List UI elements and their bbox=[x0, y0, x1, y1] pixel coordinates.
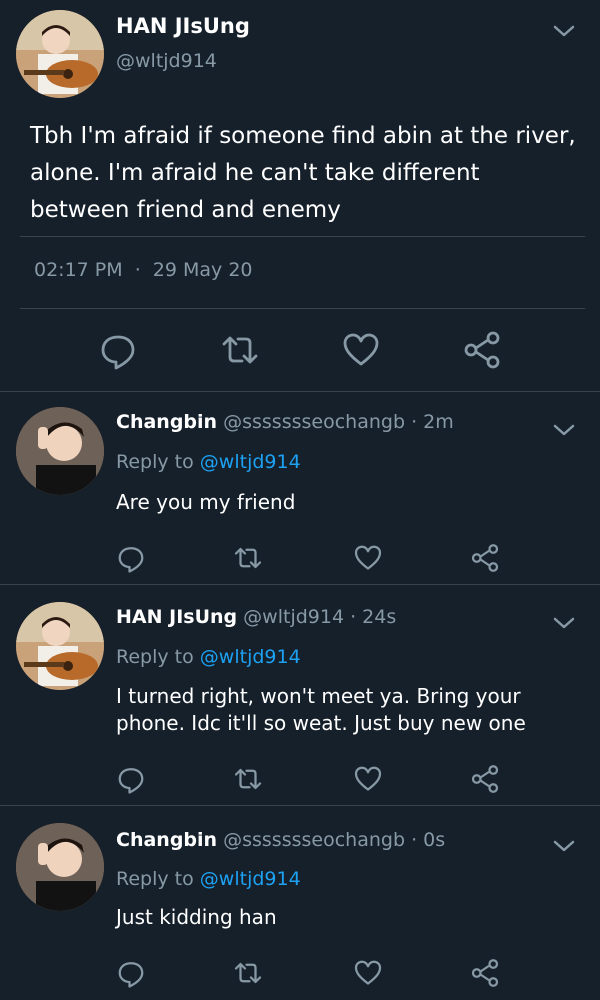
avatar[interactable] bbox=[16, 407, 104, 495]
reply-tweet: HAN JIsUng @wltjd914 · 24s Reply to @wlt… bbox=[0, 586, 600, 806]
avatar[interactable] bbox=[16, 602, 104, 690]
reply-text: Are you my friend bbox=[116, 490, 296, 514]
chevron-down-icon[interactable] bbox=[553, 839, 575, 853]
reply-to-line: Reply to @wltjd914 bbox=[116, 868, 301, 890]
reply-to-line: Reply to @wltjd914 bbox=[116, 646, 301, 668]
reply-to-line: Reply to @wltjd914 bbox=[116, 451, 301, 473]
retweet-icon[interactable] bbox=[233, 764, 263, 794]
main-tweet: HAN JIsUng @wltjd914 Tbh I'm afraid if s… bbox=[0, 0, 600, 392]
author-handle[interactable]: @wltjd914 bbox=[116, 50, 217, 72]
comment-icon[interactable] bbox=[116, 543, 146, 573]
author-name[interactable]: Changbin bbox=[116, 829, 217, 851]
like-icon[interactable] bbox=[341, 330, 381, 370]
share-icon[interactable] bbox=[470, 764, 500, 794]
author-handle[interactable]: @wltjd914 bbox=[243, 606, 344, 628]
author-name[interactable]: HAN JIsUng bbox=[116, 14, 250, 38]
reply-prefix: Reply to bbox=[116, 868, 194, 890]
tweet-meta: 02:17 PM · 29 May 20 bbox=[34, 259, 253, 281]
comment-icon[interactable] bbox=[98, 330, 138, 370]
like-icon[interactable] bbox=[353, 543, 383, 573]
reply-time: · 24s bbox=[350, 606, 397, 628]
author-handle[interactable]: @ssssssseochangb bbox=[223, 829, 405, 851]
meta-separator: · bbox=[134, 259, 141, 281]
retweet-icon[interactable] bbox=[220, 330, 260, 370]
share-icon[interactable] bbox=[470, 958, 500, 988]
avatar[interactable] bbox=[16, 823, 104, 911]
reply-mention[interactable]: @wltjd914 bbox=[200, 868, 301, 890]
tweet-text: Tbh I'm afraid if someone find abin at t… bbox=[30, 123, 576, 223]
like-icon[interactable] bbox=[353, 764, 383, 794]
comment-icon[interactable] bbox=[116, 764, 146, 794]
author-handle[interactable]: @ssssssseochangb bbox=[223, 411, 405, 433]
divider bbox=[20, 236, 585, 237]
reply-header: Changbin @ssssssseochangb · 2m bbox=[116, 411, 454, 433]
share-icon[interactable] bbox=[462, 330, 502, 370]
reply-text: Just kidding han bbox=[116, 905, 277, 929]
reply-time: · 0s bbox=[411, 829, 446, 851]
tweet-date: 29 May 20 bbox=[152, 259, 253, 281]
chevron-down-icon[interactable] bbox=[553, 24, 575, 38]
reply-text: I turned right, won't meet ya. Bring you… bbox=[116, 684, 526, 735]
reply-time: · 2m bbox=[411, 411, 454, 433]
like-icon[interactable] bbox=[353, 958, 383, 988]
reply-tweet: Changbin @ssssssseochangb · 0s Reply to … bbox=[0, 807, 600, 1000]
divider bbox=[20, 308, 585, 309]
reply-header: HAN JIsUng @wltjd914 · 24s bbox=[116, 606, 396, 628]
retweet-icon[interactable] bbox=[233, 543, 263, 573]
reply-mention[interactable]: @wltjd914 bbox=[200, 451, 301, 473]
reply-header: Changbin @ssssssseochangb · 0s bbox=[116, 829, 445, 851]
chevron-down-icon[interactable] bbox=[553, 616, 575, 630]
retweet-icon[interactable] bbox=[233, 958, 263, 988]
author-name[interactable]: Changbin bbox=[116, 411, 217, 433]
chevron-down-icon[interactable] bbox=[553, 423, 575, 437]
share-icon[interactable] bbox=[470, 543, 500, 573]
reply-prefix: Reply to bbox=[116, 451, 194, 473]
reply-prefix: Reply to bbox=[116, 646, 194, 668]
comment-icon[interactable] bbox=[116, 958, 146, 988]
tweet-time: 02:17 PM bbox=[34, 259, 123, 281]
reply-mention[interactable]: @wltjd914 bbox=[200, 646, 301, 668]
author-name[interactable]: HAN JIsUng bbox=[116, 606, 237, 628]
reply-tweet: Changbin @ssssssseochangb · 2m Reply to … bbox=[0, 393, 600, 585]
avatar[interactable] bbox=[16, 10, 104, 98]
